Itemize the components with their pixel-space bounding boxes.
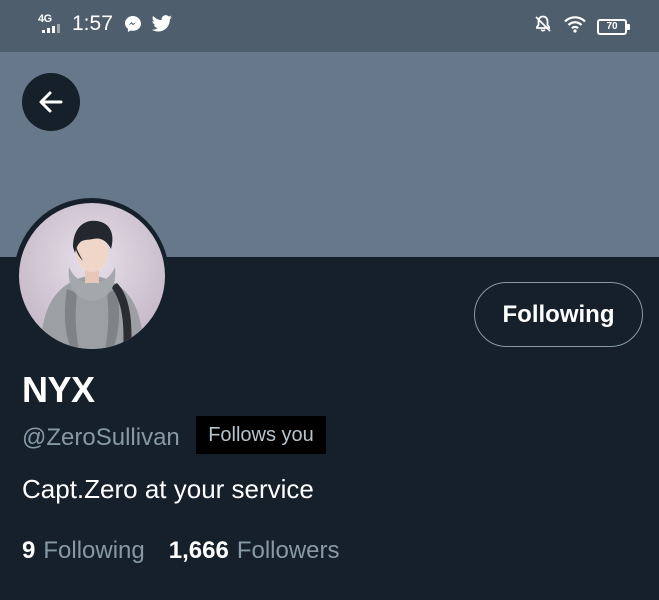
messenger-icon [123,14,143,34]
followers-label: Followers [236,537,340,564]
status-bar: 4G 1:57 70 [0,0,659,52]
avatar[interactable] [14,198,169,353]
profile-stats: 9 Following 1,666 Followers [22,537,340,565]
followers-count-link[interactable]: 1,666 Followers [169,537,340,565]
following-count: 9 [22,537,36,564]
follows-you-badge: Follows you [196,416,326,454]
profile-bio: Capt.Zero at your service [22,474,314,504]
status-bar-left: 4G 1:57 [38,12,173,36]
followers-count: 1,666 [168,537,229,564]
twitter-icon [151,15,173,33]
status-bar-right: 70 [533,14,630,39]
bell-off-icon [533,14,553,39]
following-button[interactable]: Following [474,282,643,347]
profile-handle: @ZeroSullivan [22,424,180,451]
status-time: 1:57 [72,12,113,35]
wifi-icon [563,15,587,38]
back-button[interactable] [22,73,80,131]
network-indicator: 4G [38,13,66,35]
arrow-left-icon [37,88,65,116]
battery-icon: 70 [597,18,630,35]
following-label: Following [43,537,145,564]
avatar-image [18,202,165,349]
following-count-link[interactable]: 9 Following [22,537,145,565]
display-name: NYX [22,369,95,410]
signal-icon [42,24,60,33]
